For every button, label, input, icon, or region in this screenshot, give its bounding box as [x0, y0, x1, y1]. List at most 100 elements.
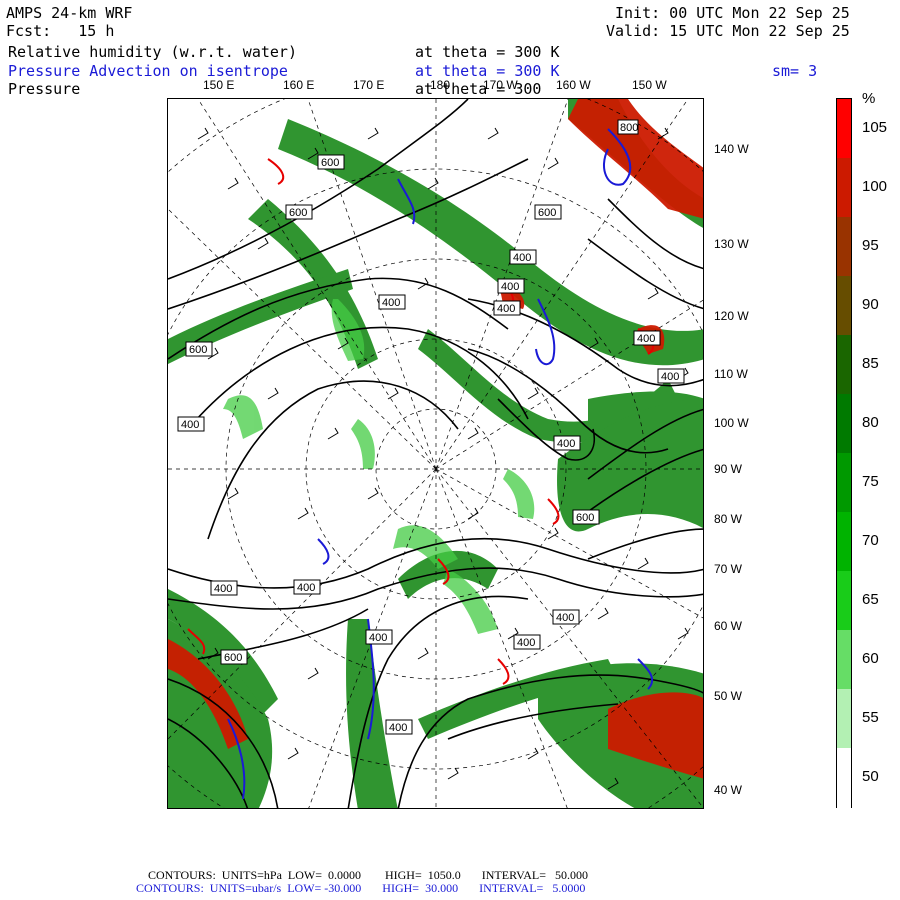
contour-label: 400: [297, 582, 315, 594]
contour-label-box: 600: [317, 154, 345, 170]
lon-label: 160 E: [283, 78, 315, 92]
colorbar-segment: [837, 276, 851, 336]
lat-label: 50 W: [714, 689, 743, 703]
contour-label: 400: [369, 632, 387, 644]
contour-label: 600: [576, 512, 594, 524]
contour-label: 400: [181, 419, 199, 431]
contour-label-box: 600: [168, 99, 186, 102]
colorbar-unit: %: [862, 90, 876, 107]
contour-label: 400: [497, 303, 515, 315]
colorbar-segment: [837, 99, 851, 159]
lon-label: 160 W: [556, 78, 591, 92]
contour-label: 400: [556, 612, 574, 624]
contour-label-box: 400: [513, 634, 541, 650]
colorbar-segment: [837, 630, 851, 690]
lat-label: 90 W: [714, 462, 743, 476]
contour-label: 400: [214, 583, 232, 595]
contour-label-box: 400: [509, 249, 537, 265]
colorbar-segment: [837, 335, 851, 395]
contour-label-box: 400: [552, 609, 580, 625]
rh-patch: [351, 419, 375, 469]
contour-label-box: 600: [572, 509, 600, 525]
contour-label-box: 400: [378, 294, 406, 310]
contour-label-box: 400: [633, 330, 661, 346]
contour-label: 400: [557, 438, 575, 450]
rh-max: [568, 99, 703, 219]
field-3-name: Pressure: [8, 80, 81, 98]
colorbar-label: 105: [862, 118, 888, 136]
colorbar-segment: [837, 689, 851, 749]
contour-label: 600: [538, 207, 556, 219]
init-time: Init: 00 UTC Mon 22 Sep 25: [615, 4, 850, 22]
colorbar-label: 100: [862, 177, 888, 195]
colorbar-label: 50: [862, 767, 879, 785]
colorbar-label: 60: [862, 649, 879, 667]
contour-label-box: 400: [497, 278, 525, 294]
weather-map: 600 600 600 400 600 400 400 400 400 400 …: [168, 99, 703, 808]
contour-label-box: 600: [220, 649, 248, 665]
contour-label: 400: [661, 371, 679, 383]
contour-label: 400: [389, 722, 407, 734]
contour-label: 600: [224, 652, 242, 664]
colorbar: [836, 98, 852, 808]
contour-label: 600: [189, 344, 207, 356]
contour-label-box: 600: [285, 204, 313, 220]
colorbar-label: 85: [862, 354, 879, 372]
contour-label: 600: [289, 207, 307, 219]
colorbar-segment: [837, 748, 851, 808]
colorbar-label: 95: [862, 236, 879, 254]
colorbar-segment: [837, 158, 851, 218]
colorbar-segment: [837, 512, 851, 572]
contour-label-box: 400: [553, 435, 581, 451]
lat-label: 40 W: [714, 783, 743, 797]
valid-time: Valid: 15 UTC Mon 22 Sep 25: [606, 22, 850, 40]
contour-label: 400: [513, 252, 531, 264]
lat-label: 80 W: [714, 512, 743, 526]
contour-label-box: 400: [177, 416, 205, 432]
lat-label: 100 W: [714, 416, 749, 430]
map-panel: 600 600 600 400 600 400 400 400 400 400 …: [167, 98, 704, 809]
colorbar-segment: [837, 453, 851, 513]
lat-label: 60 W: [714, 619, 743, 633]
lat-label: 110 W: [714, 367, 748, 381]
colorbar-label: 55: [862, 708, 879, 726]
contour-label-box: 400: [385, 719, 413, 735]
forecast-hour: Fcst: 15 h: [6, 22, 115, 40]
lat-label: 140 W: [714, 142, 749, 156]
field-1-name: Relative humidity (w.r.t. water): [8, 43, 297, 61]
model-title: AMPS 24-km WRF: [6, 4, 133, 22]
lon-label: 150 E: [203, 78, 235, 92]
colorbar-segment: [837, 571, 851, 631]
colorbar-segment: [837, 217, 851, 277]
contour-label-box: 400: [210, 580, 238, 596]
colorbar-segment: [837, 394, 851, 454]
footer-advection-contours: CONTOURS: UNITS=ubar/s LOW= -30.000 HIGH…: [136, 881, 586, 895]
lon-label: 170 E: [353, 78, 385, 92]
contour-label-box: 600: [185, 341, 213, 357]
contour-label: 600: [321, 157, 339, 169]
contour-label: 400: [637, 333, 655, 345]
colorbar-label: 75: [862, 472, 879, 490]
contour-label-box: 400: [493, 300, 521, 316]
contour-label: 400: [382, 297, 400, 309]
contour-label-box: 800: [617, 119, 639, 135]
field-1-level: at theta = 300 K: [415, 43, 560, 61]
contour-label-box: 400: [293, 579, 321, 595]
lon-label: 180: [430, 78, 451, 92]
contour-label: 400: [517, 637, 535, 649]
contour-label-box: 400: [657, 368, 685, 384]
smoothing-label: sm= 3: [772, 62, 818, 80]
colorbar-label: 65: [862, 590, 879, 608]
colorbar-label: 90: [862, 295, 879, 313]
lon-label: 170 W: [483, 78, 518, 92]
lat-label: 120 W: [714, 309, 749, 323]
lat-label: 70 W: [714, 562, 743, 576]
lat-label: 130 W: [714, 237, 749, 251]
colorbar-label: 70: [862, 531, 879, 549]
rh-patch: [503, 469, 535, 519]
contour-label: 400: [501, 281, 519, 293]
contour-label-box: 400: [365, 629, 393, 645]
colorbar-label: 80: [862, 413, 879, 431]
contour-label-box: 600: [534, 204, 562, 220]
contour-label: 800: [620, 122, 638, 134]
